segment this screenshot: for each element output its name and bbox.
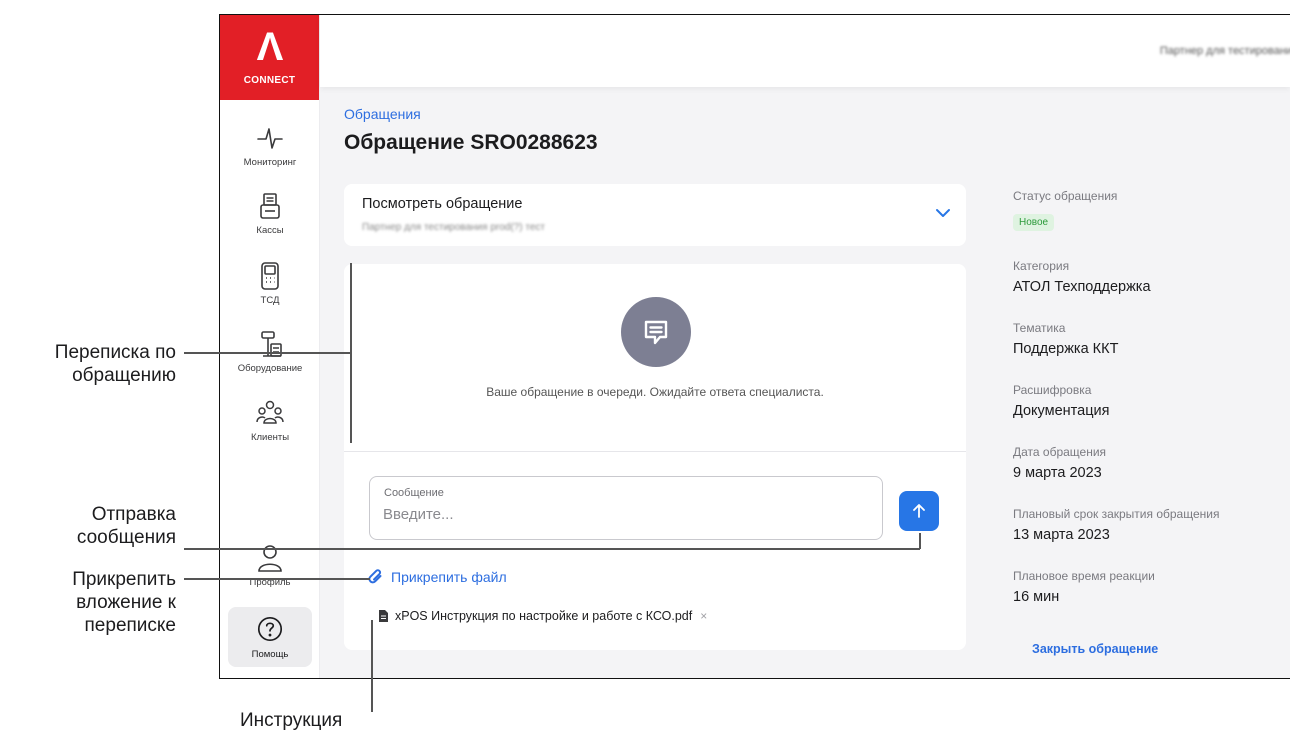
pulse-icon xyxy=(257,128,283,149)
logo-mark: Λ xyxy=(256,25,284,69)
scanner-icon xyxy=(261,262,279,290)
close-request-link[interactable]: Закрыть обращение xyxy=(1032,642,1158,656)
divider xyxy=(344,451,966,452)
topic-value: Поддержка ККТ xyxy=(1013,341,1119,357)
scale-icon xyxy=(261,331,282,357)
message-field[interactable]: Сообщение xyxy=(369,476,883,540)
sidebar-item-monitoring[interactable]: Мониторинг xyxy=(220,123,320,168)
view-request-accordion[interactable]: Посмотреть обращение Партнер для тестиро… xyxy=(344,184,966,246)
callout-text: Прикрепить xyxy=(72,569,176,590)
reaction-time-value: 16 мин xyxy=(1013,589,1060,605)
cash-register-icon xyxy=(260,193,280,219)
sidebar-item-clients[interactable]: Клиенты xyxy=(220,398,320,443)
attached-file[interactable]: xPOS Инструкция по настройке и работе с … xyxy=(378,609,707,623)
category-value: АТОЛ Техподдержка xyxy=(1013,279,1151,295)
reaction-time-label: Плановое время реакции xyxy=(1013,569,1155,583)
conversation-card: Ваше обращение в очереди. Ожидайте ответ… xyxy=(344,264,966,650)
top-bar: Партнер для тестирования xyxy=(320,15,1290,87)
callout-instruction: Инструкция xyxy=(240,710,343,731)
callout-line xyxy=(184,548,920,550)
deadline-value: 13 марта 2023 xyxy=(1013,527,1110,543)
file-icon xyxy=(379,610,388,622)
arrow-up-icon xyxy=(913,504,925,518)
help-icon xyxy=(257,616,283,641)
app-screenshot: Λ CONNECT Мониторинг Кассы ТСД Оборудова… xyxy=(219,14,1290,679)
callout-bracket xyxy=(350,263,352,443)
logo-word: CONNECT xyxy=(243,75,296,86)
file-name: xPOS Инструкция по настройке и работе с … xyxy=(395,609,693,623)
clients-icon xyxy=(256,400,284,424)
page-title: Обращение SRO0288623 xyxy=(344,131,598,154)
callout-conversation: Переписка по обращению xyxy=(0,341,176,387)
message-field-label: Сообщение xyxy=(384,487,444,499)
sidebar-item-tsd[interactable]: ТСД xyxy=(220,261,320,306)
sidebar-item-profile[interactable]: Профиль xyxy=(220,543,320,588)
sidebar-item-label: Помощь xyxy=(251,648,289,660)
logo[interactable]: Λ CONNECT xyxy=(220,15,319,100)
callout-line xyxy=(184,352,351,354)
status-label: Статус обращения xyxy=(1013,189,1118,203)
decoding-value: Документация xyxy=(1013,403,1110,419)
breadcrumb[interactable]: Обращения xyxy=(344,106,421,122)
send-button[interactable] xyxy=(899,491,939,531)
queue-status-text: Ваше обращение в очереди. Ожидайте ответ… xyxy=(486,385,824,399)
chevron-down-icon xyxy=(936,209,950,217)
callout-text: сообщения xyxy=(76,527,176,548)
callout-attach: Прикрепить вложение к переписке xyxy=(0,568,176,637)
partner-name[interactable]: Партнер для тестирования xyxy=(1160,45,1290,57)
remove-file-button[interactable]: × xyxy=(700,609,707,623)
sidebar-item-label: ТСД xyxy=(260,295,280,306)
callout-text: Отправка xyxy=(91,504,176,525)
deadline-label: Плановый срок закрытия обращения xyxy=(1013,507,1220,521)
chat-bubble-icon xyxy=(621,297,691,367)
sidebar-item-label: Мониторинг xyxy=(243,157,297,168)
paperclip-icon xyxy=(368,569,382,584)
sidebar-item-label: Кассы xyxy=(256,225,284,236)
sidebar-item-cash-registers[interactable]: Кассы xyxy=(220,191,320,236)
date-label: Дата обращения xyxy=(1013,445,1107,459)
sidebar-item-label: Клиенты xyxy=(250,432,290,443)
accordion-subtitle: Партнер для тестирования prod(?) тест xyxy=(362,222,545,233)
callout-line xyxy=(184,578,370,580)
category-label: Категория xyxy=(1013,259,1070,273)
sidebar-item-label: Оборудование xyxy=(237,363,303,374)
callout-text: вложение к xyxy=(76,592,176,613)
callout-send: Отправка сообщения xyxy=(0,503,176,549)
topic-label: Тематика xyxy=(1013,321,1066,335)
status-badge: Новое xyxy=(1013,214,1055,231)
accordion-title: Посмотреть обращение xyxy=(362,196,523,212)
callout-line xyxy=(371,620,373,712)
callout-text: Переписка по xyxy=(54,342,176,363)
attach-file-link[interactable]: Прикрепить файл xyxy=(368,569,507,585)
sidebar-item-help[interactable]: Помощь xyxy=(228,607,312,667)
message-input[interactable] xyxy=(383,503,863,525)
decoding-label: Расшифровка xyxy=(1013,383,1092,397)
callout-text: переписке xyxy=(84,615,176,636)
date-value: 9 марта 2023 xyxy=(1013,465,1102,481)
callout-line xyxy=(919,533,921,549)
callout-text: обращению xyxy=(72,365,176,386)
attach-file-label: Прикрепить файл xyxy=(391,569,507,585)
